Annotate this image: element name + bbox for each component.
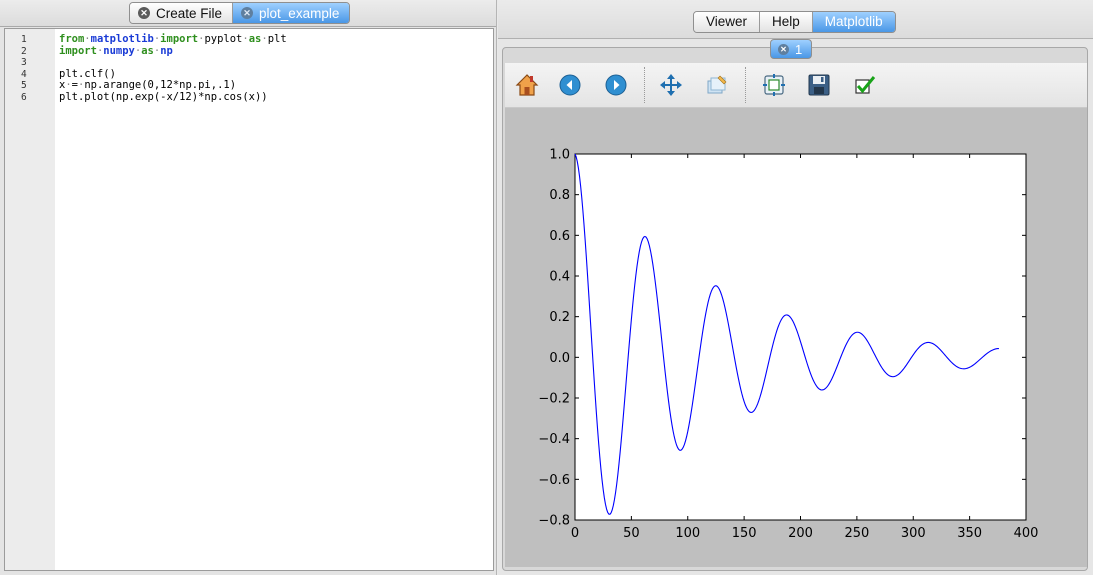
x-tick-label: 250 — [844, 526, 869, 541]
toolbar-separator — [644, 67, 645, 103]
zoom-button[interactable] — [704, 72, 730, 98]
toolbar-separator — [745, 67, 746, 103]
forward-icon — [605, 74, 627, 96]
code-line: from·matplotlib·import·pyplot·as·plt — [59, 33, 287, 45]
tab-help[interactable]: Help — [760, 12, 813, 32]
tab-label: Create File — [156, 5, 223, 21]
line-number: 1 — [21, 34, 27, 45]
matplotlib-pane: Viewer Help Matplotlib ✕ 1 0 50 100 150 … — [498, 0, 1093, 575]
x-tick-label: 0 — [571, 526, 579, 541]
x-tick-label: 100 — [675, 526, 700, 541]
plot-axes-background — [574, 153, 1027, 521]
editor-tab-group: ✕ Create File ✕ plot_example — [129, 2, 351, 24]
y-tick-label: −0.6 — [538, 473, 570, 488]
close-icon[interactable]: ✕ — [138, 7, 150, 19]
code-line: import·numpy·as·np — [59, 44, 173, 57]
apply-button[interactable] — [852, 72, 878, 98]
editor-tab-bar: ✕ Create File ✕ plot_example — [0, 0, 496, 27]
x-tick-label: 200 — [788, 526, 813, 541]
tab-figure-1[interactable]: ✕ 1 — [770, 39, 813, 59]
x-tick-label: 50 — [623, 526, 640, 541]
panel-tab-group: Viewer Help Matplotlib — [693, 11, 896, 33]
line-number: 4 — [21, 68, 27, 80]
line-number-gutter: 123456 — [5, 29, 55, 570]
y-tick-label: 0.8 — [549, 188, 570, 203]
close-icon[interactable]: ✕ — [778, 43, 789, 55]
y-tick-label: 0.6 — [549, 229, 570, 244]
apply-icon — [855, 76, 876, 94]
forward-button[interactable] — [603, 72, 629, 98]
back-icon — [559, 74, 581, 96]
home-icon — [515, 74, 539, 96]
back-button[interactable] — [557, 72, 583, 98]
subplots-button[interactable] — [761, 72, 787, 98]
line-number: 5 — [21, 80, 27, 91]
y-tick-label: −0.8 — [538, 514, 570, 529]
tab-plot-example[interactable]: ✕ plot_example — [233, 3, 350, 23]
home-button[interactable] — [514, 72, 540, 98]
tab-viewer[interactable]: Viewer — [694, 12, 761, 32]
navigation-toolbar — [505, 63, 1087, 108]
panel-tab-bar: Viewer Help Matplotlib — [498, 0, 1093, 39]
y-tick-label: 1.0 — [549, 148, 570, 163]
code-line: plt.clf() — [59, 67, 116, 80]
plot-svg: 0 50 100 150 200 250 300 350 400 1.0 0.8 0.6 0.4 0.2 0… — [538, 148, 1039, 542]
y-tick-label: 0.2 — [549, 310, 570, 325]
save-icon — [808, 74, 830, 96]
y-tick-label: −0.2 — [538, 392, 570, 407]
code-editor[interactable]: 123456 from·matplotlib·import·pyplot·as·… — [4, 28, 494, 571]
tab-label: plot_example — [259, 5, 340, 21]
line-number: 3 — [21, 57, 27, 68]
x-tick-label: 400 — [1014, 526, 1039, 541]
figure-canvas[interactable]: 0 50 100 150 200 250 300 350 400 1.0 0.8 0.6 0.4 0.2 0… — [505, 108, 1087, 567]
tab-create-file[interactable]: ✕ Create File — [130, 3, 234, 23]
y-tick-label: 0.4 — [549, 270, 570, 285]
pan-button[interactable] — [658, 72, 684, 98]
x-tick-label: 150 — [732, 526, 757, 541]
editor-pane: ✕ Create File ✕ plot_example 123456 from… — [0, 0, 497, 575]
code-line: plt.plot(np.exp(-x/12)*np.cos(x)) — [59, 90, 268, 103]
line-number: 2 — [21, 45, 27, 57]
subplots-icon — [763, 74, 785, 96]
line-number: 6 — [21, 91, 27, 103]
x-tick-label: 350 — [957, 526, 982, 541]
figure-tab-label: 1 — [795, 41, 803, 57]
code-line: x·=·np.arange(0,12*np.pi,.1) — [59, 79, 237, 91]
close-icon[interactable]: ✕ — [241, 7, 254, 19]
x-tick-label: 300 — [901, 526, 926, 541]
pan-icon — [660, 74, 682, 96]
save-button[interactable] — [806, 72, 832, 98]
zoom-icon — [707, 75, 727, 94]
y-tick-label: −0.4 — [538, 432, 570, 447]
y-tick-label: 0.0 — [549, 351, 570, 366]
tab-matplotlib[interactable]: Matplotlib — [812, 12, 895, 32]
